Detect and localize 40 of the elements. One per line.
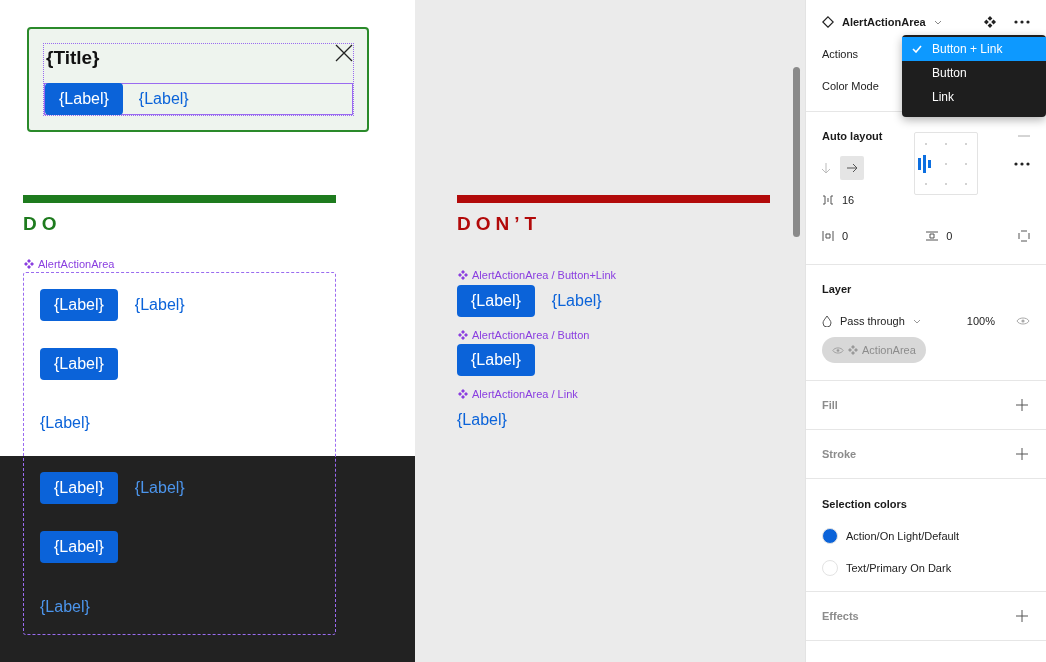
section-title: Fill (822, 399, 838, 411)
section-title: Auto layout (822, 130, 883, 142)
vertical-padding-value[interactable]: 0 (946, 230, 953, 242)
variant-label: AlertActionArea / Button+Link (472, 269, 616, 281)
component-label: AlertActionArea (38, 258, 115, 270)
section-title: Selection colors (822, 498, 907, 510)
color-name: Action/On Light/Default (846, 530, 960, 542)
horizontal-padding-value[interactable]: 0 (842, 230, 849, 242)
section-title: Effects (822, 610, 859, 622)
action-link[interactable]: {Label} (457, 411, 507, 429)
action-button[interactable]: {Label} (40, 531, 118, 563)
action-link[interactable]: {Label} (138, 90, 189, 108)
menu-item[interactable]: Button (902, 61, 1046, 85)
action-button[interactable]: {Label} (40, 472, 118, 504)
action-link[interactable]: {Label} (134, 296, 185, 314)
section-title: Stroke (822, 448, 857, 460)
do-heading: DO (23, 213, 62, 235)
action-button[interactable]: {Label} (45, 83, 123, 115)
action-button[interactable]: {Label} (40, 348, 118, 380)
alert-title: {Title} (46, 47, 100, 69)
blend-mode[interactable]: Pass through (840, 315, 905, 327)
dont-heading: DON’T (457, 213, 542, 235)
action-button[interactable]: {Label} (457, 344, 535, 376)
opacity-value[interactable]: 100% (966, 315, 995, 327)
action-link[interactable]: {Label} (40, 598, 90, 616)
property-label: Actions (822, 48, 859, 60)
property-label: Color Mode (822, 80, 879, 92)
variant-label: AlertActionArea / Button (472, 329, 590, 341)
color-name: Text/Primary On Dark (846, 562, 952, 574)
action-button[interactable]: {Label} (457, 285, 535, 317)
spacing-value[interactable]: 16 (842, 194, 855, 206)
action-button[interactable]: {Label} (40, 289, 118, 321)
action-link[interactable]: {Label} (551, 292, 602, 310)
action-link[interactable]: {Label} (134, 479, 185, 497)
menu-item[interactable]: Link (902, 85, 1046, 109)
action-link[interactable]: {Label} (40, 414, 90, 432)
component-name: AlertActionArea (842, 16, 926, 28)
menu-item[interactable]: Button + Link (902, 37, 1046, 61)
variant-label: AlertActionArea / Link (472, 388, 578, 400)
section-title: Layer (822, 283, 852, 295)
